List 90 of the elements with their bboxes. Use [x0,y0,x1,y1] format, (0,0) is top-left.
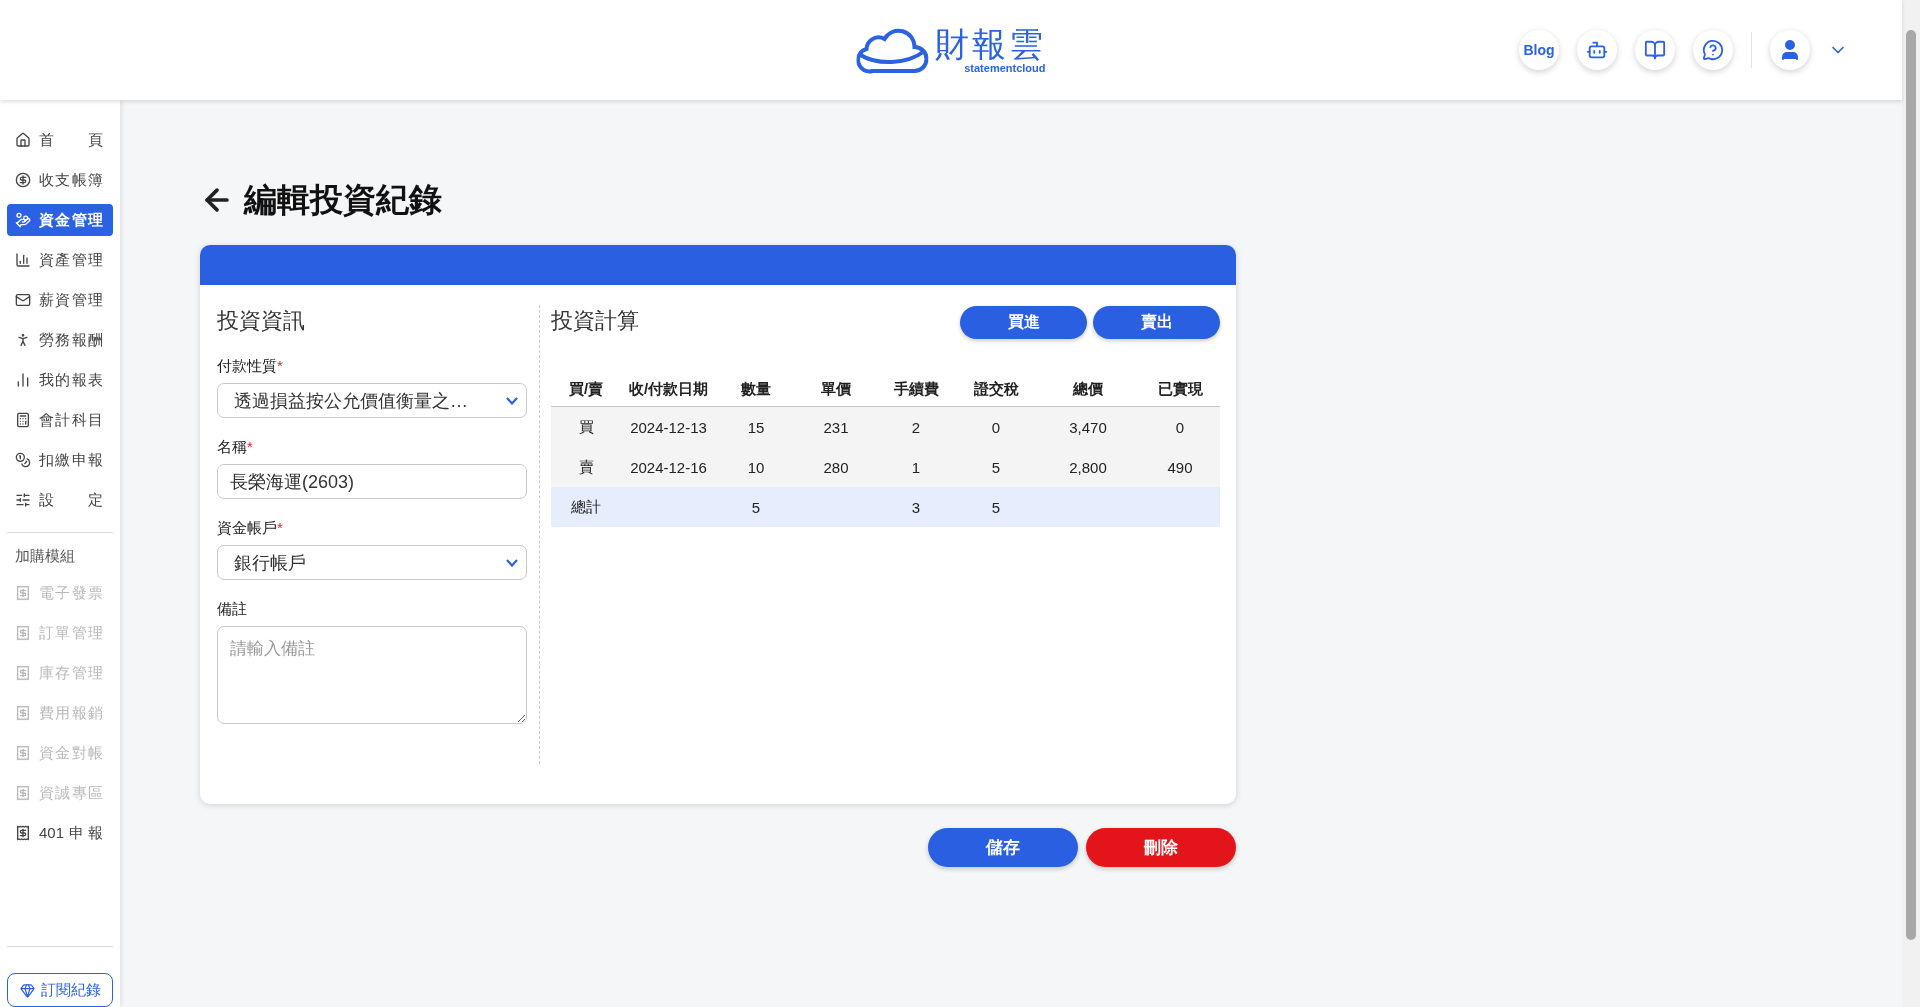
receipt-icon [15,625,31,641]
column-header: 數量 [740,380,772,399]
column-header: 證交稅 [972,380,1020,399]
robot-icon [1586,39,1608,61]
table-cell: 490 [1167,458,1193,476]
coins-icon [15,452,31,468]
envelope-icon [15,292,31,308]
table-cell: 1 [911,458,921,476]
receipt-icon [15,785,31,801]
name-input-field[interactable]: 長榮海運(2603) [217,464,527,499]
sidebar-item[interactable]: 收支帳簿 [7,164,113,196]
table-cell: 0 [991,418,1001,436]
sidebar-item[interactable]: 勞務報酬 [7,324,113,356]
table-cell: 2024-12-13 [630,418,707,436]
bar-chart-icon [15,372,31,388]
house-icon [15,132,31,148]
person-icon [15,332,31,348]
delete-button[interactable]: 刪除 [1086,828,1236,867]
sidebar-item[interactable]: 薪資管理 [7,284,113,316]
logo-subtext: statementcloud [964,62,1046,74]
table-cell: 3 [911,498,921,516]
receipt-icon [15,585,31,601]
sell-button[interactable]: 賣出 [1093,306,1220,339]
table-cell: 231 [823,418,849,436]
table-cell: 3,470 [1069,418,1107,436]
help-chat-icon [1702,39,1724,61]
table-cell: 2 [911,418,921,436]
table-cell: 總計 [571,497,601,515]
note-text-area[interactable]: 請輸入備註 [217,626,527,724]
column-header: 收/付款日期 [627,380,710,399]
table-cell: 5 [991,458,1001,476]
bar-chart-icon [15,252,31,268]
dollar-circle-icon [15,172,31,188]
column-header: 買/賣 [567,380,605,399]
required-mark: * [247,438,253,455]
video-guide-button[interactable] [1635,30,1675,70]
table-cell: 15 [747,418,765,436]
column-header: 手續費 [892,380,940,399]
buy-button[interactable]: 買進 [960,306,1087,339]
table-cell: 10 [747,458,765,476]
table-cell: 0 [1175,418,1185,436]
table-cell: 賣 [578,457,594,475]
receipt-icon [15,705,31,721]
hand-coins-icon [15,212,31,228]
book-icon [1644,39,1666,61]
table-cell: 2024-12-16 [630,458,707,476]
sidebar-item[interactable]: 資金管理 [7,204,113,236]
section-heading: 投資資訊 [217,307,306,335]
column-header: 已實現 [1156,380,1204,399]
column-header: 總價 [1071,380,1104,399]
help-button[interactable] [1693,30,1733,70]
field-label: 名稱* [217,438,254,457]
sidebar-heading: 加購模組 [14,545,76,566]
table-cell: 買 [578,417,594,435]
sidebar-item[interactable]: 資產管理 [7,244,113,276]
field-label: 備註 [217,600,248,619]
gem-icon [19,982,35,998]
table-cell: 280 [823,458,849,476]
select-field[interactable]: 銀行帳戶 [217,545,527,580]
save-button[interactable]: 儲存 [928,828,1078,867]
sidebar-item[interactable]: 401申報 [7,817,113,849]
field-label: 付款性質* [217,357,284,376]
receipt-icon [15,745,31,761]
sidebar-item[interactable]: 我的報表 [7,364,113,396]
sliders-icon [15,492,31,508]
avatar-button[interactable] [1770,30,1810,70]
column-header: 單價 [820,380,852,399]
subscription-button[interactable]: 訂閱紀錄 [7,973,113,1007]
table-cell: 5 [991,498,1001,516]
sidebar-item[interactable]: 首頁 [7,124,113,156]
blog-button[interactable]: Blog [1519,30,1559,70]
table-cell: 2,800 [1069,458,1107,476]
calculator-icon [15,412,31,428]
sidebar-item[interactable]: 會計科目 [7,404,113,436]
sidebar-item[interactable]: 設定 [7,484,113,516]
select-field[interactable]: 透過損益按公允價值衡量之… [217,383,527,418]
table-cell: 5 [751,498,761,516]
page-title: 編輯投資紀錄 [244,179,442,220]
receipt-icon [15,825,31,841]
logo-text: 財報雲 [934,26,1046,62]
required-mark: * [277,357,283,374]
section-heading: 投資計算 [551,307,639,335]
scrollbar-thumb[interactable] [1906,30,1916,940]
chevron-down-icon [506,396,518,405]
robot-button[interactable] [1577,30,1617,70]
required-mark: * [277,519,283,536]
chevron-down-icon [506,558,518,567]
receipt-icon [15,665,31,681]
field-label: 資金帳戶* [217,519,284,538]
sidebar-item[interactable]: 扣繳申報 [7,444,113,476]
